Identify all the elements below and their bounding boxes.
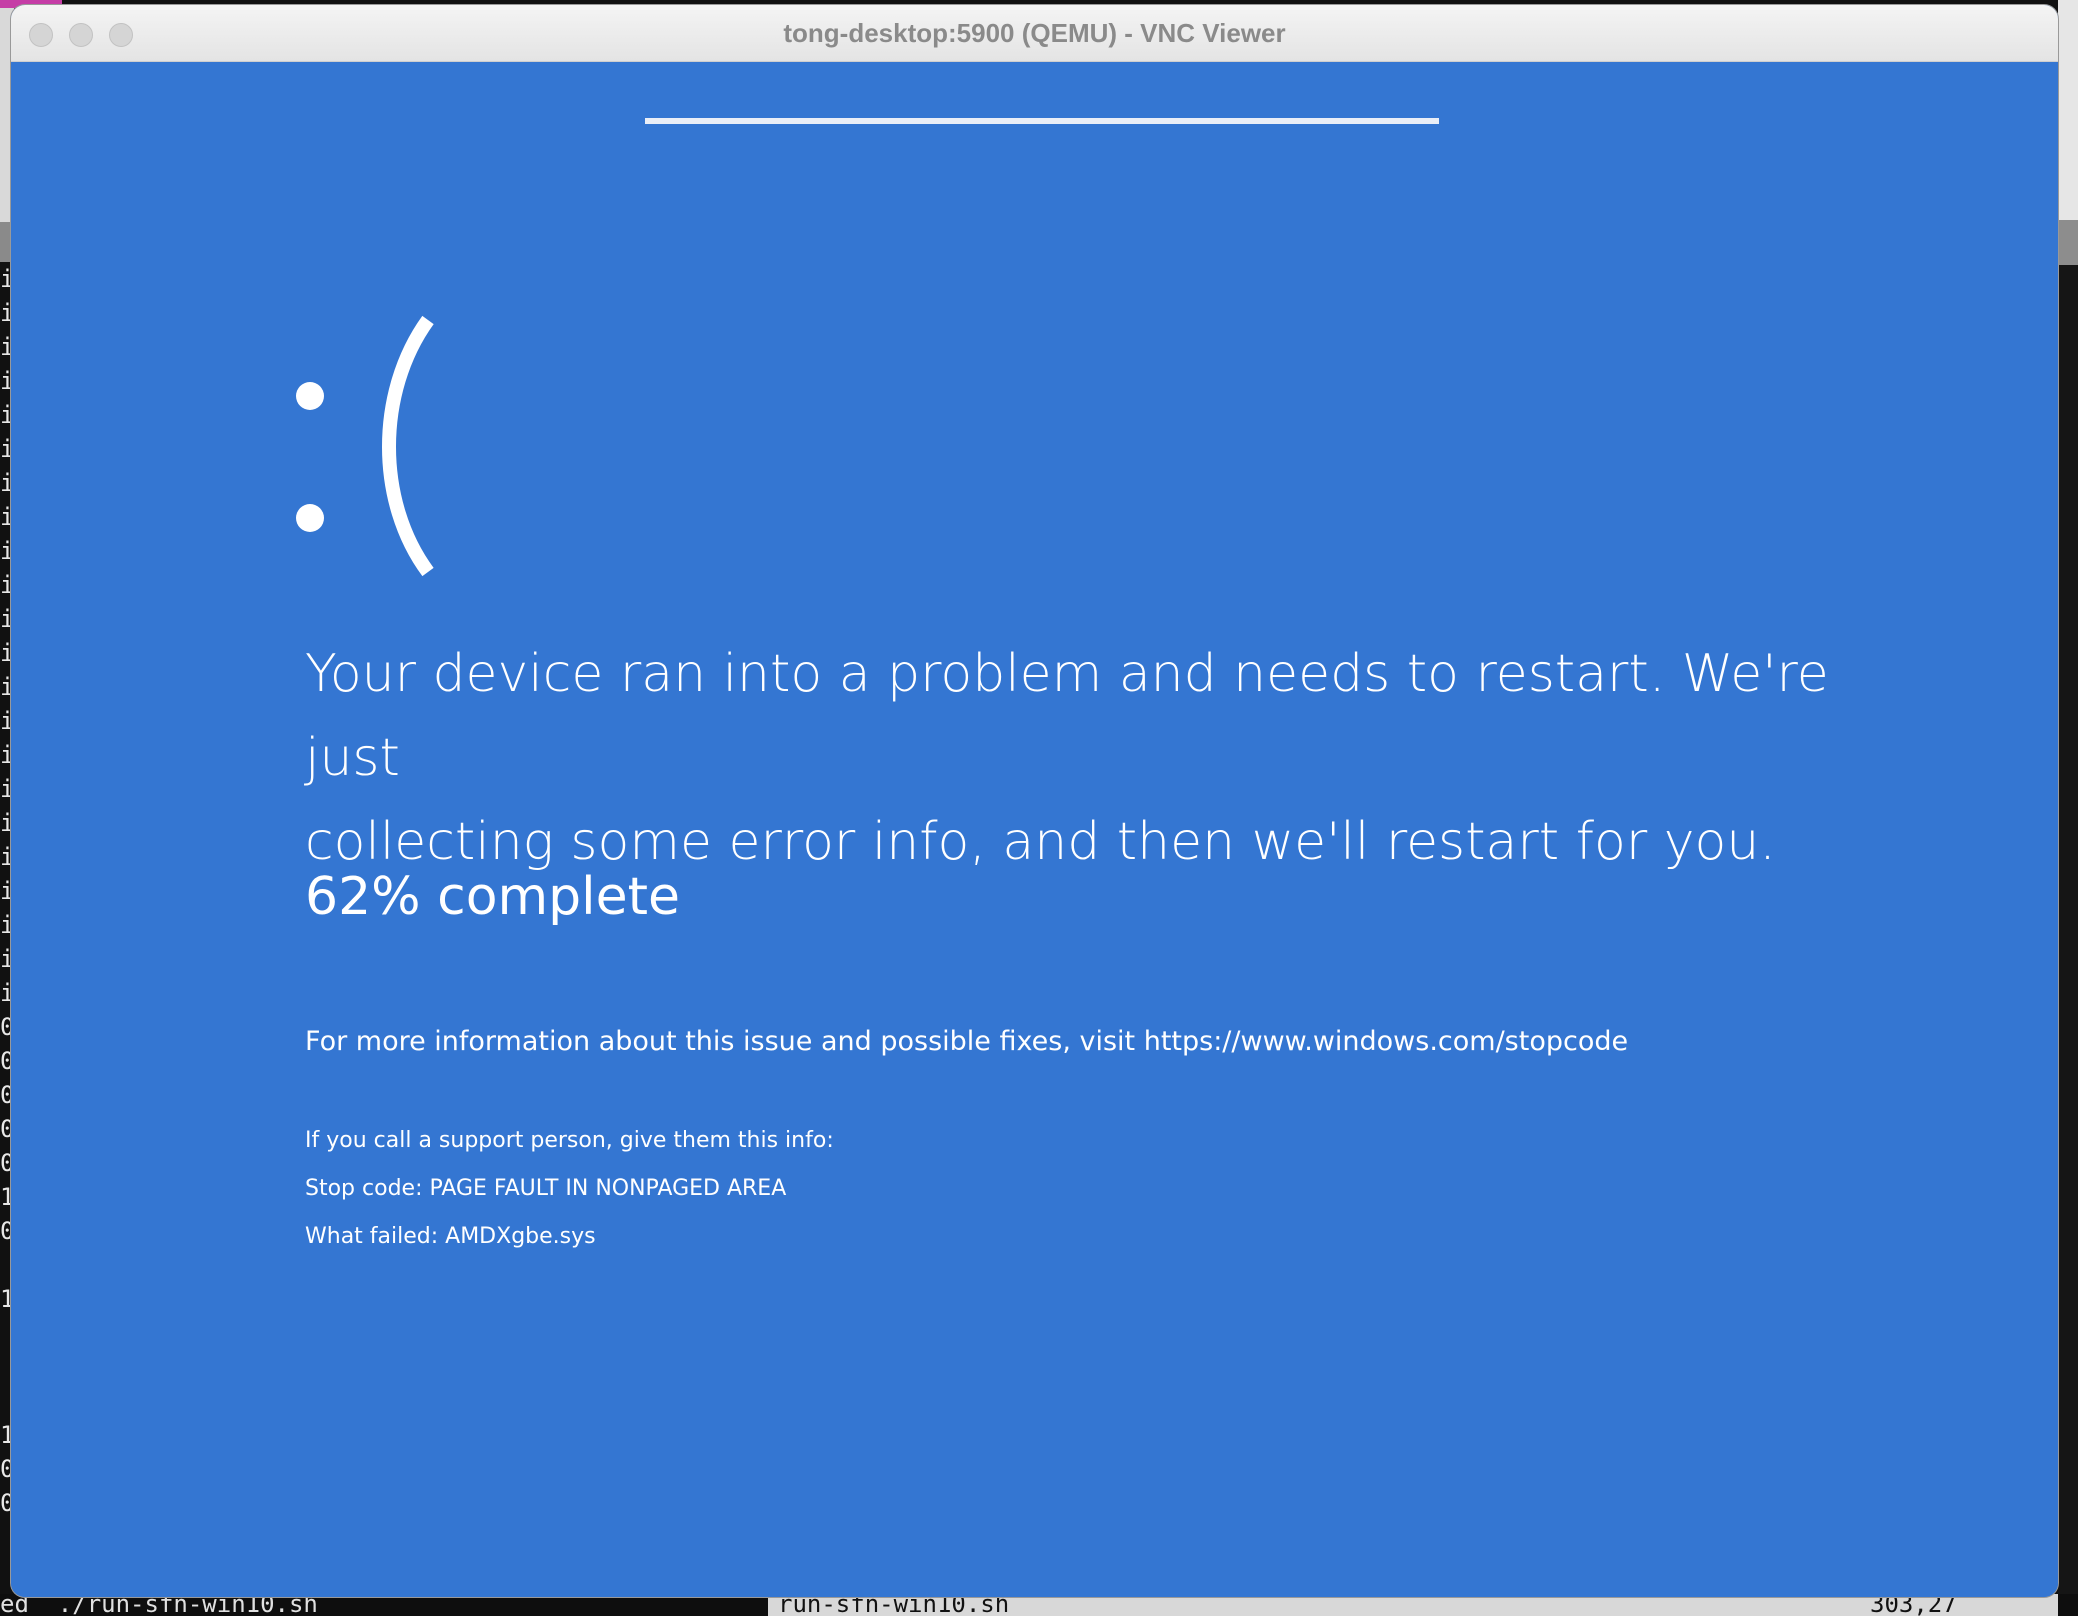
support-intro: If you call a support person, give them … [305,1128,834,1153]
background-window-edge [2058,0,2078,1616]
sad-face-mouth [382,315,434,577]
vnc-toolbar-indicator[interactable] [645,118,1439,124]
progress-percentage: 62% complete [305,867,680,927]
terminal-status-bar: ed ./run-sfn-win10.sh run-sfn-win10.sh 3… [0,1594,2078,1616]
terminal-status-mid-area: run-sfn-win10.sh [768,1594,2058,1616]
stop-code: Stop code: PAGE FAULT IN NONPAGED AREA [305,1176,787,1201]
terminal-status-filename: run-sfn-win10.sh [778,1594,1010,1616]
terminal-status-position: 303,27 [1870,1594,1957,1616]
error-headline-line-1: Your device ran into a problem and needs… [305,644,1829,788]
window-titlebar[interactable]: tong-desktop:5900 (QEMU) - VNC Viewer [11,5,2058,62]
window-title: tong-desktop:5900 (QEMU) - VNC Viewer [783,18,1286,48]
more-info-text: For more information about this issue an… [305,1026,1629,1057]
remote-screen[interactable]: Your device ran into a problem and needs… [11,62,2058,1597]
background-window-band [2058,220,2078,265]
support-info: If you call a support person, give them … [305,1117,834,1261]
background-window-dark [2058,265,2078,1616]
what-failed: What failed: AMDXgbe.sys [305,1224,596,1249]
sad-face-dot [296,504,324,532]
sad-face-eyes [296,382,336,532]
error-headline: Your device ran into a problem and needs… [305,632,1865,884]
sad-face-dot [296,382,324,410]
terminal-status-left: ed ./run-sfn-win10.sh [0,1594,318,1616]
vnc-viewer-window: tong-desktop:5900 (QEMU) - VNC Viewer Yo… [11,5,2058,1597]
